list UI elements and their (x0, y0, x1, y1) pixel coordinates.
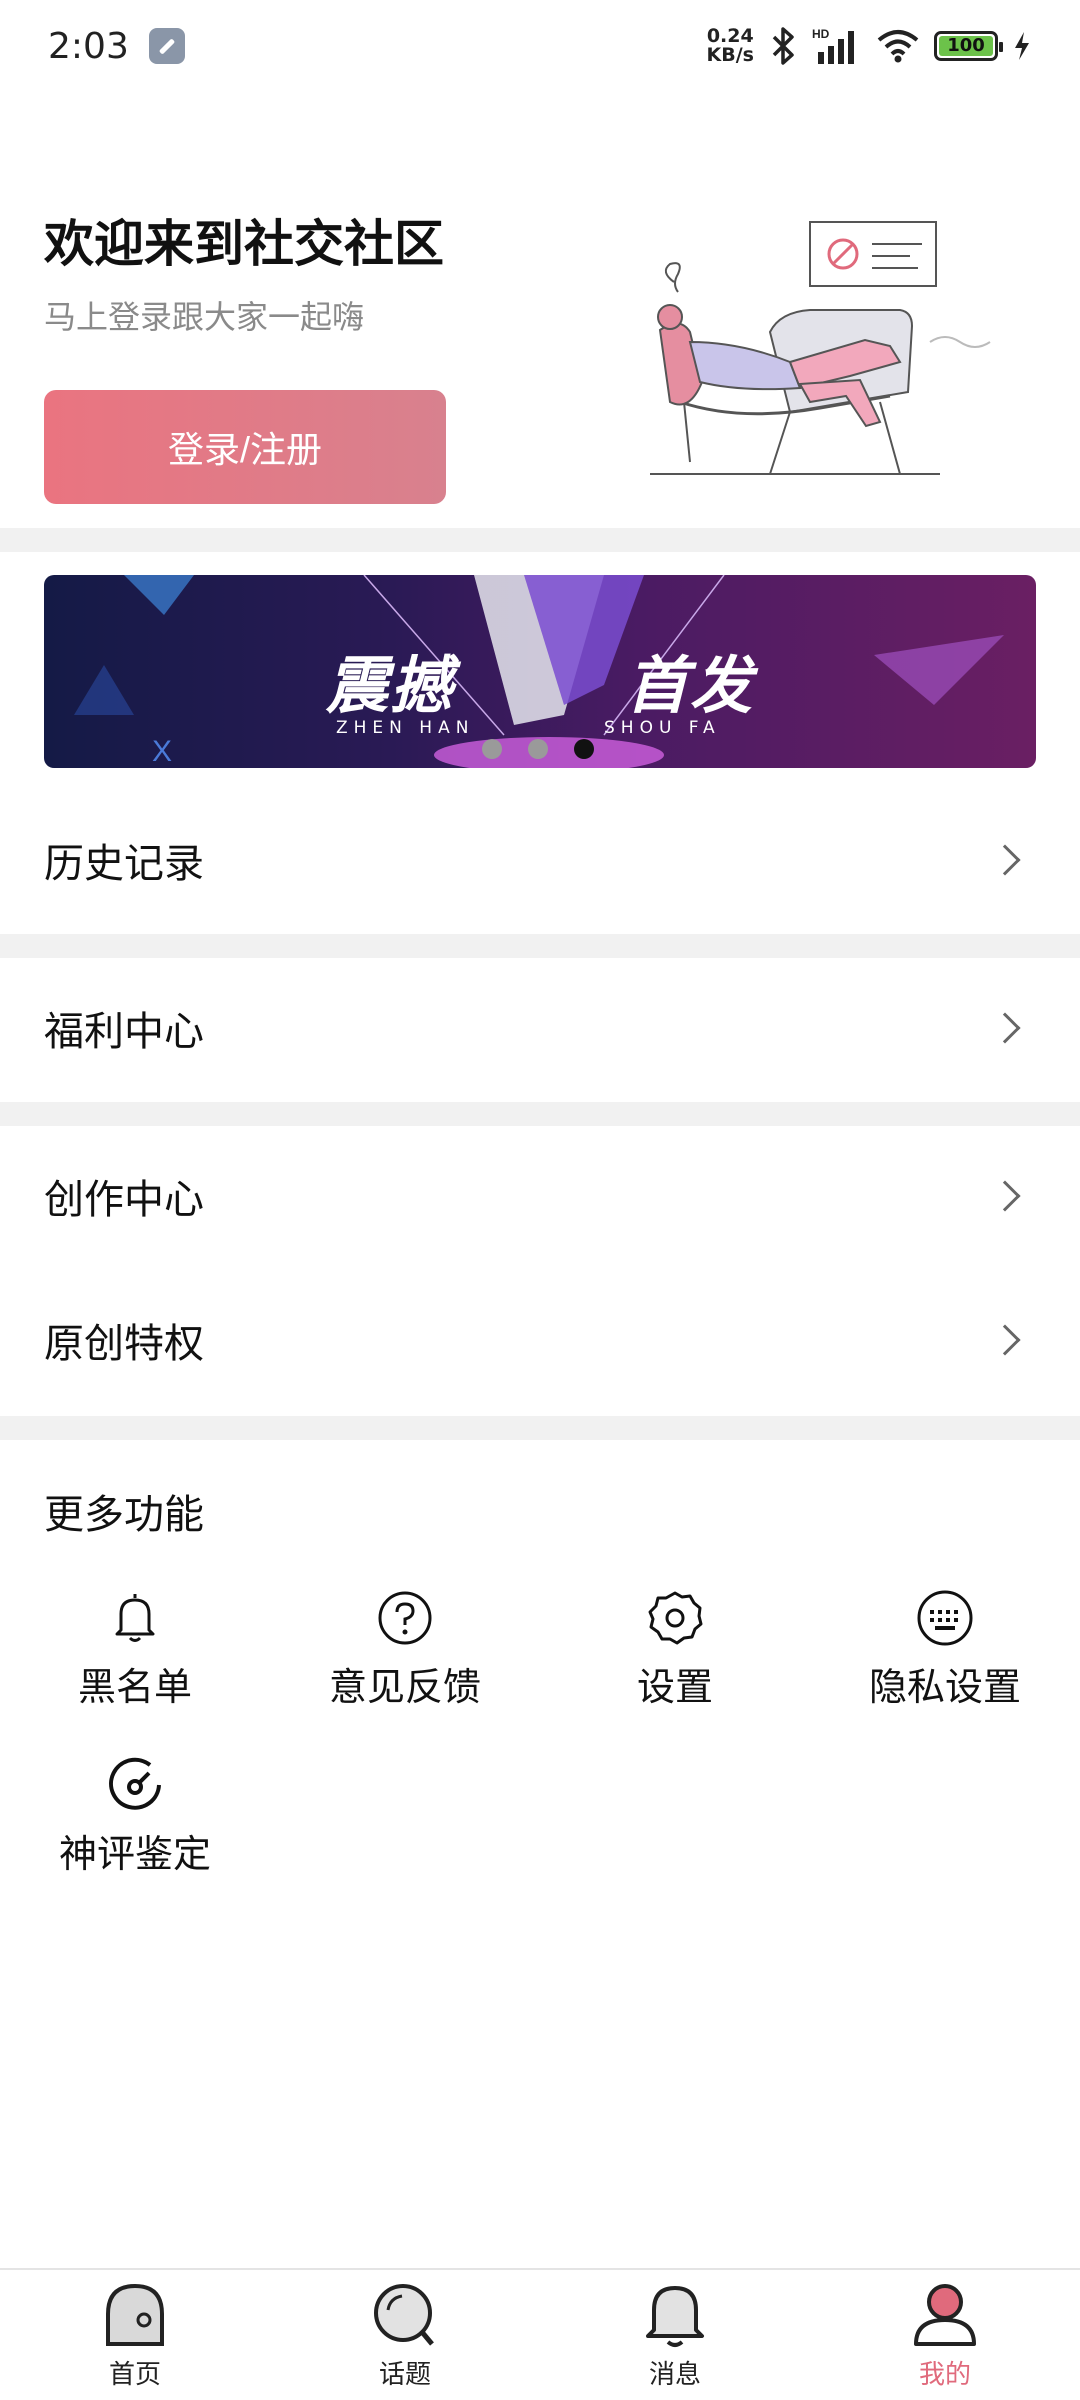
nav-tab-message[interactable]: 消息 (540, 2270, 810, 2400)
menu-label-welfare: 福利中心 (44, 1009, 204, 1055)
menu-label-creation: 创作中心 (44, 1177, 204, 1223)
question-icon (378, 1591, 432, 1645)
chevron-right-icon (989, 1324, 1021, 1356)
function-settings[interactable]: 设置 (540, 1588, 810, 1711)
gauge-icon (109, 1757, 161, 1810)
more-functions-title: 更多功能 (44, 1492, 204, 1538)
section-divider (0, 934, 1080, 958)
network-speed-unit: KB/s (706, 44, 754, 66)
welcome-section: 欢迎来到社交社区 马上登录跟大家一起嗨 登录/注册 (0, 92, 1080, 528)
nav-label-home: 首页 (108, 2360, 161, 2390)
home-icon (106, 2283, 164, 2346)
function-label: 意见反馈 (328, 1665, 481, 1709)
function-blacklist[interactable]: 黑名单 (0, 1588, 270, 1711)
function-label: 黑名单 (77, 1665, 192, 1709)
banner-title-right: 首发 (626, 649, 755, 722)
menu-label-history: 历史记录 (44, 841, 204, 887)
promo-banner[interactable]: X 震撼 首发 ZHEN HAN SHOU FA (44, 575, 1036, 768)
charging-icon (1015, 32, 1029, 60)
message-icon (646, 2286, 704, 2347)
chevron-right-icon (989, 1180, 1021, 1212)
svg-text:X: X (152, 735, 172, 768)
relaxing-person-illustration (650, 221, 991, 475)
signal-label: HD (812, 27, 830, 41)
nav-tab-topic[interactable]: 话题 (270, 2270, 540, 2400)
menu-label-original: 原创特权 (44, 1321, 204, 1367)
status-bar: 2:03 0.24 KB/s HD 100 (0, 0, 1080, 92)
wifi-icon (877, 30, 919, 63)
banner-sub-left: ZHEN HAN (336, 718, 475, 738)
banner-title-left: 震撼 (326, 649, 455, 722)
section-divider (0, 1102, 1080, 1126)
nav-tab-profile[interactable]: 我的 (810, 2270, 1080, 2400)
function-privacy-settings[interactable]: 隐私设置 (810, 1588, 1080, 1711)
menu-row-original[interactable]: 原创特权 (0, 1270, 1080, 1410)
welcome-subtitle: 马上登录跟大家一起嗨 (44, 298, 365, 336)
topic-icon (374, 2284, 434, 2346)
battery-level: 100 (939, 36, 993, 56)
function-label: 设置 (636, 1665, 713, 1709)
banner-pagination (482, 739, 594, 759)
welcome-title: 欢迎来到社交社区 (44, 215, 444, 273)
banner-sub-right: SHOU FA (604, 718, 721, 738)
nav-label-topic: 话题 (378, 2360, 431, 2390)
banner-dot[interactable] (528, 739, 548, 759)
function-review-appraisal[interactable]: 神评鉴定 (0, 1755, 270, 1878)
status-icons: 0.24 KB/s HD 100 (707, 26, 1032, 66)
network-speed: 0.24 KB/s (707, 27, 754, 65)
gear-icon (648, 1591, 703, 1645)
function-label: 隐私设置 (868, 1665, 1021, 1709)
profile-icon (914, 2284, 976, 2346)
nav-label-message: 消息 (648, 2360, 701, 2390)
battery-icon: 100 (934, 31, 1003, 61)
menu-row-history[interactable]: 历史记录 (0, 790, 1080, 930)
menu-row-welfare[interactable]: 福利中心 (0, 958, 1080, 1098)
function-label: 神评鉴定 (58, 1832, 211, 1876)
bottom-navigation: 首页 话题 消息 我的 (0, 2268, 1080, 2400)
chevron-right-icon (989, 844, 1021, 876)
banner-dot-active[interactable] (574, 739, 594, 759)
banner-dot[interactable] (482, 739, 502, 759)
keyboard-icon (917, 1590, 973, 1646)
wrench-icon (148, 28, 185, 64)
nav-label-profile: 我的 (918, 2360, 971, 2390)
section-divider (0, 1416, 1080, 1440)
function-feedback[interactable]: 意见反馈 (270, 1588, 540, 1711)
section-divider (0, 528, 1080, 552)
menu-row-creation[interactable]: 创作中心 (0, 1126, 1080, 1266)
chevron-right-icon (989, 1012, 1021, 1044)
status-time: 2:03 (48, 25, 129, 67)
nav-tab-home[interactable]: 首页 (0, 2270, 270, 2400)
bluetooth-icon (772, 27, 794, 65)
login-register-button[interactable]: 登录/注册 (44, 390, 446, 504)
signal-icon: HD (812, 27, 854, 64)
bell-icon (115, 1594, 155, 1642)
